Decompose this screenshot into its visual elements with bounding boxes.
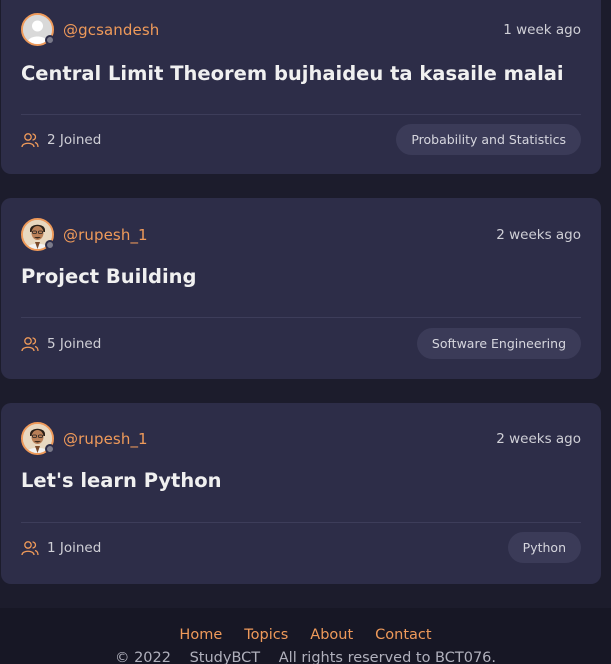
people-icon — [21, 132, 39, 147]
room-card-footer: 1 Joined Python — [21, 532, 581, 563]
copyright-year: © 2022 — [114, 650, 171, 664]
status-dot — [45, 35, 55, 45]
room-host-username[interactable]: @gcsandesh — [63, 21, 159, 39]
avatar[interactable] — [21, 422, 55, 455]
people-icon — [21, 336, 39, 351]
avatar[interactable] — [21, 218, 55, 251]
status-dot — [45, 444, 55, 454]
footer-link-about[interactable]: About — [310, 627, 353, 643]
copyright: © 2022 StudyBCT All rights reserved to B… — [0, 650, 611, 664]
room-time: 2 weeks ago — [496, 226, 581, 243]
room-title[interactable]: Central Limit Theorem bujhaideu ta kasai… — [21, 62, 564, 85]
room-card-footer: 2 Joined Probability and Statistics — [21, 124, 581, 155]
divider — [21, 114, 581, 115]
status-dot — [45, 240, 55, 250]
footer-nav: Home Topics About Contact — [0, 627, 611, 643]
topic-tag[interactable]: Probability and Statistics — [396, 124, 581, 155]
room-card-header: @gcsandesh 1 week ago — [21, 13, 581, 46]
room-host-username[interactable]: @rupesh_1 — [63, 226, 148, 244]
copyright-notice: All rights reserved to BCT076. — [278, 650, 497, 664]
joined-count: 2 Joined — [47, 131, 102, 148]
topic-tag[interactable]: Python — [507, 532, 581, 563]
people-icon — [21, 540, 39, 555]
divider — [21, 317, 581, 318]
footer-link-topics[interactable]: Topics — [244, 627, 288, 643]
topic-tag[interactable]: Software Engineering — [416, 328, 581, 359]
room-card-header: @rupesh_1 2 weeks ago — [21, 218, 581, 251]
room-time: 1 week ago — [503, 21, 581, 38]
room-title[interactable]: Let's learn Python — [21, 469, 222, 492]
avatar[interactable] — [21, 13, 55, 46]
room-card-footer: 5 Joined Software Engineering — [21, 328, 581, 359]
footer-link-contact[interactable]: Contact — [375, 627, 431, 643]
room-host-username[interactable]: @rupesh_1 — [63, 430, 148, 448]
room-card[interactable]: @gcsandesh 1 week ago Central Limit Theo… — [1, 0, 601, 174]
site-footer: Home Topics About Contact © 2022 StudyBC… — [0, 608, 611, 664]
room-card[interactable]: @rupesh_1 2 weeks ago Project Building 5… — [1, 198, 601, 379]
footer-link-home[interactable]: Home — [179, 627, 222, 643]
room-time: 2 weeks ago — [496, 430, 581, 447]
joined-count: 5 Joined — [47, 335, 102, 352]
divider — [21, 522, 581, 523]
room-card-header: @rupesh_1 2 weeks ago — [21, 422, 581, 455]
room-title[interactable]: Project Building — [21, 265, 196, 288]
room-card[interactable]: @rupesh_1 2 weeks ago Let's learn Python… — [1, 403, 601, 584]
copyright-brand: StudyBCT — [189, 650, 261, 664]
joined-count: 1 Joined — [47, 539, 102, 556]
